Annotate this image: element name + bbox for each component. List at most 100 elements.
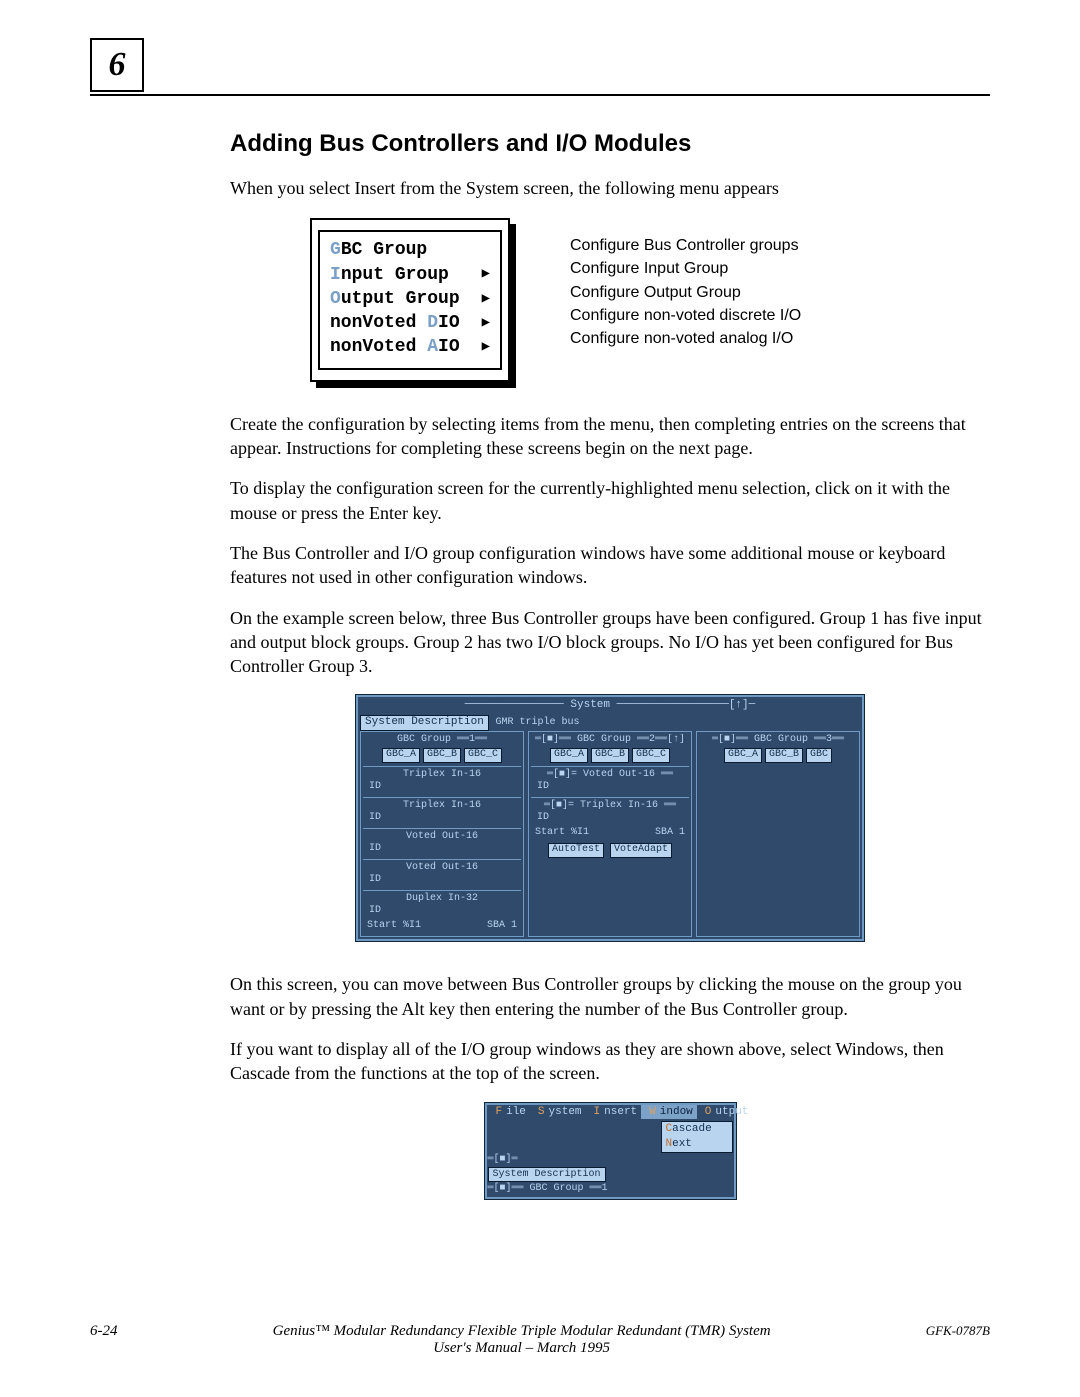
id-label: ID <box>531 812 689 825</box>
submenu-arrow-icon: ▶ <box>472 290 490 309</box>
group-footer: Start %I1 SBA 1 <box>531 825 689 840</box>
io-block[interactable]: Triplex In-16 <box>363 766 521 782</box>
gbc-tab[interactable]: GBC_C <box>464 748 502 763</box>
menu-label: BC Group <box>341 238 427 262</box>
menu-item-output-group[interactable]: Output Group ▶ <box>330 287 490 311</box>
menu-item-nonvoted-dio[interactable]: nonVoted DIO ▶ <box>330 311 490 335</box>
menu-label-post: IO <box>438 335 460 359</box>
gbc-tab[interactable]: GBC_A <box>382 748 420 763</box>
gbc-group-title: ═[■]══ GBC Group ══2══[↑] <box>531 734 689 747</box>
io-block[interactable]: ═[■]= Voted Out-16 ══ <box>531 766 689 782</box>
menubar: File System Insert Window Output <box>488 1105 733 1120</box>
menu-output[interactable]: Output <box>697 1105 753 1120</box>
chapter-number: 6 <box>109 46 126 84</box>
footer-title: Genius™ Modular Redundancy Flexible Trip… <box>118 1323 926 1357</box>
io-block[interactable]: ═[■]= Triplex In-16 ══ <box>531 797 689 813</box>
gbc-tabs: GBC_A GBC_B GBC_C <box>531 748 689 763</box>
system-screenshot: ─────────────── System ─────────────────… <box>355 694 865 942</box>
insert-menu-panel: GBC Group Input Group ▶ Output Group ▶ non… <box>318 230 502 369</box>
start-address: Start %I1 <box>535 827 589 840</box>
footer-page-number: 6-24 <box>90 1323 118 1340</box>
id-label: ID <box>363 843 521 856</box>
menu-item-gbc-group[interactable]: GBC Group <box>330 238 490 262</box>
gbc-group-1-panel[interactable]: GBC Group ══1══ GBC_A GBC_B GBC_C Triple… <box>360 731 524 938</box>
caption-line: Configure Input Group <box>570 257 801 280</box>
body-paragraph: On the example screen below, three Bus C… <box>230 606 990 679</box>
gbc-tabs: GBC_A GBC_B GBC_C <box>363 748 521 763</box>
system-window-title: ─────────────── System ─────────────────… <box>360 699 860 713</box>
id-label: ID <box>531 781 689 794</box>
window-dropdown: Cascade Next <box>661 1121 733 1153</box>
chapter-number-box: 6 <box>90 38 144 92</box>
body-paragraph: Create the configuration by selecting it… <box>230 412 990 461</box>
page-footer: 6-24 Genius™ Modular Redundancy Flexible… <box>90 1323 990 1357</box>
gbc-tab[interactable]: GBC_C <box>632 748 670 763</box>
gbc-group-3-panel[interactable]: ═[■]══ GBC Group ══3══ GBC_A GBC_B GBC <box>696 731 860 938</box>
menu-hotkey: D <box>427 311 438 335</box>
menu-captions: Configure Bus Controller groups Configur… <box>570 218 801 350</box>
sba-value: SBA 1 <box>487 920 517 933</box>
menu-item-nonvoted-aio[interactable]: nonVoted AIO▶ <box>330 335 490 359</box>
menu-window[interactable]: Window <box>641 1105 697 1120</box>
menu-system[interactable]: System <box>530 1105 586 1120</box>
gbc-tab[interactable]: GBC_B <box>765 748 803 763</box>
body-paragraph: On this screen, you can move between Bus… <box>230 972 990 1021</box>
id-label: ID <box>363 905 521 918</box>
id-label: ID <box>363 812 521 825</box>
menu-insert[interactable]: Insert <box>586 1105 642 1120</box>
menu-hotkey: O <box>330 287 341 311</box>
menu-label-pre: nonVoted <box>330 311 427 335</box>
caption-line: Configure non-voted analog I/O <box>570 327 801 350</box>
menu-hotkey: G <box>330 238 341 262</box>
footer-doc-number: GFK-0787B <box>926 1323 990 1339</box>
gbc-tab[interactable]: GBC_B <box>423 748 461 763</box>
menu-label-pre: nonVoted <box>330 335 427 359</box>
submenu-arrow-icon: ▶ <box>472 265 490 284</box>
caption-line: Configure non-voted discrete I/O <box>570 304 801 327</box>
system-description-button[interactable]: System Description <box>488 1167 606 1183</box>
insert-menu-outer-border: GBC Group Input Group ▶ Output Group ▶ non… <box>310 218 510 381</box>
id-label: ID <box>363 781 521 794</box>
menu-item-input-group[interactable]: Input Group ▶ <box>330 263 490 287</box>
io-block[interactable]: Triplex In-16 <box>363 797 521 813</box>
id-label: ID <box>363 874 521 887</box>
system-description-bar: System Description GMR triple bus <box>360 715 860 731</box>
submenu-arrow-icon: ▶ <box>472 338 490 357</box>
group-footer: Start %I1 SBA 1 <box>363 918 521 933</box>
gbc-group-title: ═[■]══ GBC Group ══3══ <box>699 734 857 747</box>
content-column: Adding Bus Controllers and I/O Modules W… <box>230 130 990 1200</box>
voteadapt-button[interactable]: VoteAdapt <box>610 843 672 858</box>
gbc-tabs: GBC_A GBC_B GBC <box>699 748 857 763</box>
intro-paragraph: When you select Insert from the System s… <box>230 176 990 200</box>
menu-hotkey: I <box>330 263 341 287</box>
menu-label-post: IO <box>438 311 460 335</box>
autotest-button[interactable]: AutoTest <box>548 843 604 858</box>
submenu-arrow-icon: ▶ <box>472 314 490 333</box>
menu-label: nput Group <box>341 263 449 287</box>
gbc-tab[interactable]: GBC <box>806 748 832 763</box>
top-horizontal-rule <box>90 94 990 96</box>
gbc-group-2-panel[interactable]: ═[■]══ GBC Group ══2══[↑] GBC_A GBC_B GB… <box>528 731 692 938</box>
gbc-tab[interactable]: GBC_A <box>550 748 588 763</box>
caption-line: Configure Output Group <box>570 281 801 304</box>
gbc-tab[interactable]: GBC_B <box>591 748 629 763</box>
io-block[interactable]: Voted Out-16 <box>363 859 521 875</box>
body-paragraph: The Bus Controller and I/O group configu… <box>230 541 990 590</box>
dropdown-item-next[interactable]: Next <box>662 1137 732 1152</box>
group-buttons: AutoTest VoteAdapt <box>531 843 689 858</box>
body-paragraph: To display the configuration screen for … <box>230 476 990 525</box>
system-description-button[interactable]: System Description <box>360 715 489 731</box>
section-heading: Adding Bus Controllers and I/O Modules <box>230 130 990 158</box>
window-below-area: ═[■]═ System Description ═[■]══ GBC Grou… <box>488 1153 733 1196</box>
menu-file[interactable]: File <box>488 1105 530 1120</box>
io-block[interactable]: Duplex In-32 <box>363 890 521 906</box>
system-subtitle: GMR triple bus <box>495 717 579 728</box>
window-menu-screenshot: File System Insert Window Output Cascade… <box>484 1102 737 1200</box>
menu-label: utput Group <box>341 287 460 311</box>
caption-line: Configure Bus Controller groups <box>570 234 801 257</box>
dropdown-item-cascade[interactable]: Cascade <box>662 1122 732 1137</box>
gbc-group-title: GBC Group ══1══ <box>363 734 521 747</box>
gbc-tab[interactable]: GBC_A <box>724 748 762 763</box>
io-block[interactable]: Voted Out-16 <box>363 828 521 844</box>
gbc-group-label: ═[■]══ GBC Group ══1 <box>488 1183 608 1194</box>
